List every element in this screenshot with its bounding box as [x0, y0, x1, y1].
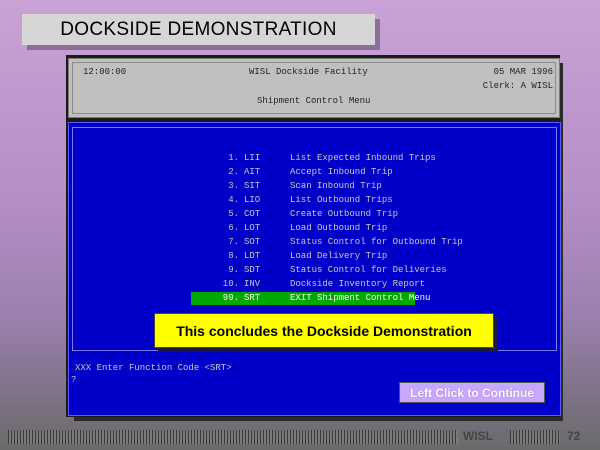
footer-brand: WISL [463, 429, 493, 443]
footer-barcode-right [510, 430, 560, 444]
conclusion-message-text: This concludes the Dockside Demonstratio… [176, 322, 472, 339]
header-menu-title: Shipment Control Menu [257, 96, 371, 106]
menu-item[interactable]: 6. LOT Load Outbound Trip [191, 222, 387, 235]
page-number: 72 [567, 429, 581, 443]
menu-item[interactable]: 9. SDT Status Control for Deliveries [191, 264, 446, 277]
menu-item[interactable]: 10. INV Dockside Inventory Report [191, 278, 425, 291]
header-time: 12:00:00 [83, 67, 127, 77]
footer-barcode-left [8, 430, 458, 444]
menu-item[interactable]: 1. LII List Expected Inbound Trips [191, 152, 436, 165]
header-date: 05 MAR 1996 [493, 67, 553, 77]
function-code-prompt: XXX Enter Function Code <SRT> [75, 363, 232, 373]
menu-item[interactable]: 8. LDT Load Delivery Trip [191, 250, 387, 263]
terminal-header: 12:00:00 WISL Dockside Facility 05 MAR 1… [68, 58, 560, 118]
slide-title-box: DOCKSIDE DEMONSTRATION [22, 14, 375, 45]
menu-item[interactable]: 3. SIT Scan Inbound Trip [191, 180, 382, 193]
command-cursor[interactable]: ? [71, 375, 76, 385]
menu-item[interactable]: 2. AIT Accept Inbound Trip [191, 166, 392, 179]
slide-title: DOCKSIDE DEMONSTRATION [60, 18, 337, 40]
menu-item[interactable]: 4. LIO List Outbound Trips [191, 194, 392, 207]
header-facility: WISL Dockside Facility [249, 67, 368, 77]
menu-item-selected[interactable]: 99. SRT EXIT Shipment Control Menu [191, 292, 430, 305]
continue-button-label: Left Click to Continue [410, 385, 534, 400]
conclusion-message: This concludes the Dockside Demonstratio… [154, 313, 494, 348]
header-clerk: Clerk: A WISL [482, 81, 553, 91]
continue-button[interactable]: Left Click to Continue [399, 382, 545, 403]
menu-item[interactable]: 7. SOT Status Control for Outbound Trip [191, 236, 463, 249]
terminal-menu-area: 1. LII List Expected Inbound Trips 2. AIT Ac… [68, 122, 561, 416]
menu-item[interactable]: 5. COT Create Outbound Trip [191, 208, 398, 221]
